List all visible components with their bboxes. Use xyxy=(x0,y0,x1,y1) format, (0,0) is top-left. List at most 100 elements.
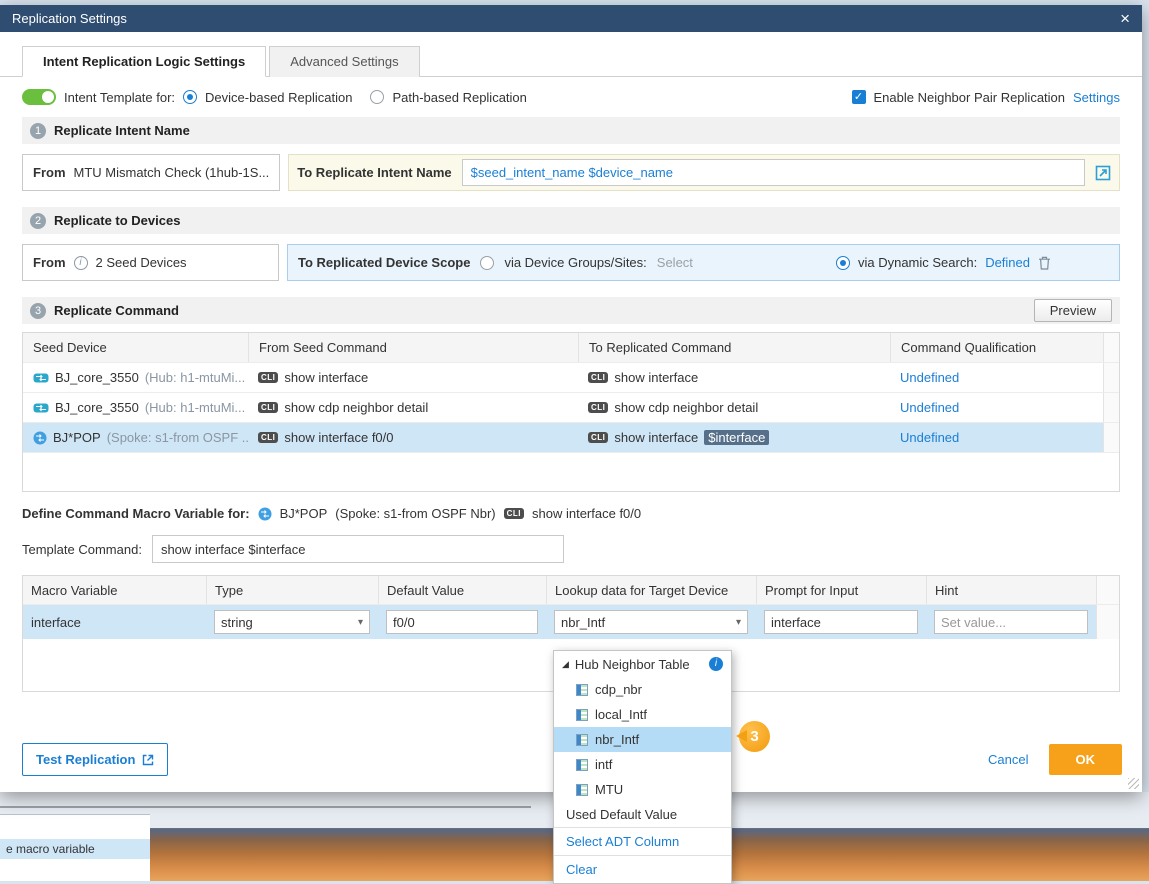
col-type: Type xyxy=(206,576,378,604)
dynamic-search-defined-link[interactable]: Defined xyxy=(985,255,1030,270)
dropdown-item-cdp-nbr[interactable]: cdp_nbr xyxy=(554,677,731,702)
dropdown-item-used-default-value[interactable]: Used Default Value xyxy=(554,802,731,827)
template-command-input[interactable] xyxy=(152,535,564,563)
radio-device-groups-sites[interactable] xyxy=(480,256,494,270)
dropdown-item-label: cdp_nbr xyxy=(595,682,642,697)
test-replication-button[interactable]: Test Replication xyxy=(22,743,168,776)
scrollbar-track[interactable] xyxy=(1103,423,1119,452)
expand-editor-icon[interactable] xyxy=(1095,165,1111,181)
table-column-icon xyxy=(576,684,588,696)
dropdown-group-label: Hub Neighbor Table xyxy=(575,657,690,672)
radio-dynamic-search[interactable] xyxy=(836,256,850,270)
resize-handle[interactable] xyxy=(1128,778,1139,789)
cancel-button[interactable]: Cancel xyxy=(988,752,1028,767)
device-subtitle: (Hub: h1-mtuMi... xyxy=(145,400,245,415)
to-command: show cdp neighbor detail xyxy=(614,400,758,415)
qualification-undefined-link[interactable]: Undefined xyxy=(900,370,959,385)
scrollbar-track[interactable] xyxy=(1103,393,1119,422)
device-scope-panel: To Replicated Device Scope via Device Gr… xyxy=(287,244,1120,281)
default-value-input[interactable] xyxy=(386,610,538,634)
command-table-row-1[interactable]: BJ_core_3550 (Hub: h1-mtuMi... CLI show i… xyxy=(23,363,1119,393)
tab-bar: Intent Replication Logic Settings Advanc… xyxy=(0,32,1142,77)
hint-input[interactable] xyxy=(934,610,1088,634)
command-table-empty-area xyxy=(23,453,1119,491)
qualification-undefined-link[interactable]: Undefined xyxy=(900,430,959,445)
dialog-titlebar: Replication Settings × xyxy=(0,5,1142,32)
scrollbar-track[interactable] xyxy=(1096,605,1119,639)
to-command: show interface xyxy=(614,370,698,385)
trash-icon[interactable] xyxy=(1038,256,1051,270)
define-macro-label: Define Command Macro Variable for: xyxy=(22,506,250,521)
col-hint: Hint xyxy=(926,576,1096,604)
tab-advanced-settings[interactable]: Advanced Settings xyxy=(269,46,419,77)
scrollbar-track[interactable] xyxy=(1103,363,1119,392)
qualification-undefined-link[interactable]: Undefined xyxy=(900,400,959,415)
radio-device-based-replication[interactable] xyxy=(183,90,197,104)
cli-badge: CLI xyxy=(504,508,524,519)
radio-path-based-replication[interactable] xyxy=(370,90,384,104)
switch-device-icon xyxy=(33,403,49,413)
cli-badge: CLI xyxy=(258,402,278,413)
dropdown-clear[interactable]: Clear xyxy=(554,856,731,883)
device-subtitle: (Hub: h1-mtuMi... xyxy=(145,370,245,385)
macro-variable-chip: $interface xyxy=(704,430,769,445)
dropdown-item-nbr-intf-selected[interactable]: nbr_Intf xyxy=(554,727,731,752)
lookup-select-value: nbr_Intf xyxy=(561,615,605,630)
preview-button[interactable]: Preview xyxy=(1034,299,1112,322)
intent-template-toggle[interactable] xyxy=(22,89,56,105)
radio-path-based-label: Path-based Replication xyxy=(392,90,526,105)
col-to-replicated-command: To Replicated Command xyxy=(578,333,890,362)
table-column-icon xyxy=(576,784,588,796)
test-replication-label: Test Replication xyxy=(36,752,135,767)
lookup-data-select[interactable]: nbr_Intf ▾ xyxy=(554,610,748,634)
command-table-row-2[interactable]: BJ_core_3550 (Hub: h1-mtuMi... CLIshow c… xyxy=(23,393,1119,423)
dropdown-select-adt-column[interactable]: Select ADT Column xyxy=(554,828,731,855)
dropdown-item-label: intf xyxy=(595,757,612,772)
annotation-step-3: 3 xyxy=(739,721,770,752)
device-groups-label: via Device Groups/Sites: xyxy=(504,255,646,270)
dropdown-group-hub-neighbor-table[interactable]: ◢ Hub Neighbor Table i xyxy=(554,651,731,677)
replicate-intent-name-input[interactable] xyxy=(462,159,1085,186)
cli-badge: CLI xyxy=(588,432,608,443)
background-panel: e macro variable xyxy=(0,814,150,881)
section-3-title: Replicate Command xyxy=(54,303,179,318)
type-select[interactable]: string ▾ xyxy=(214,610,370,634)
table-column-icon xyxy=(576,734,588,746)
intent-from-label: From xyxy=(33,165,66,180)
neighbor-pair-checkbox[interactable]: ✓ xyxy=(852,90,866,104)
router-device-icon xyxy=(258,507,272,521)
device-name: BJ_core_3550 xyxy=(55,370,139,385)
macro-table-header: Macro Variable Type Default Value Lookup… xyxy=(23,576,1119,605)
tab-intent-replication-logic-settings[interactable]: Intent Replication Logic Settings xyxy=(22,46,266,77)
device-groups-select-link[interactable]: Select xyxy=(657,255,693,270)
neighbor-pair-settings-link[interactable]: Settings xyxy=(1073,90,1120,105)
info-icon[interactable]: i xyxy=(709,657,723,671)
cli-badge: CLI xyxy=(258,372,278,383)
dialog-title: Replication Settings xyxy=(12,11,127,26)
template-options-row: Intent Template for: Device-based Replic… xyxy=(22,89,1120,105)
info-icon[interactable]: i xyxy=(74,256,88,270)
scrollbar-track[interactable] xyxy=(1096,576,1119,604)
cli-badge: CLI xyxy=(588,402,608,413)
col-from-seed-command: From Seed Command xyxy=(248,333,578,362)
col-prompt-for-input: Prompt for Input xyxy=(756,576,926,604)
to-command: show interface xyxy=(614,430,698,445)
intent-from-box: From MTU Mismatch Check (1hub-1S... xyxy=(22,154,280,191)
col-command-qualification: Command Qualification xyxy=(890,333,1103,362)
macro-variable-row[interactable]: interface string ▾ nbr_Intf ▾ xyxy=(23,605,1119,639)
command-table-row-3-selected[interactable]: BJ*POP (Spoke: s1-from OSPF ... CLIshow … xyxy=(23,423,1119,453)
close-icon[interactable]: × xyxy=(1120,10,1130,27)
dropdown-item-mtu[interactable]: MTU xyxy=(554,777,731,802)
prompt-for-input-field[interactable] xyxy=(764,610,918,634)
section-replicate-intent-name: 1 Replicate Intent Name xyxy=(22,117,1120,144)
ok-button[interactable]: OK xyxy=(1049,744,1123,775)
devices-from-box: From i 2 Seed Devices xyxy=(22,244,279,281)
device-subtitle: (Spoke: s1-from OSPF ... xyxy=(107,430,248,445)
scrollbar-track[interactable] xyxy=(1103,333,1119,362)
dynamic-search-label: via Dynamic Search: xyxy=(858,255,977,270)
dropdown-item-local-intf[interactable]: local_Intf xyxy=(554,702,731,727)
devices-from-label: From xyxy=(33,255,66,270)
dropdown-item-intf[interactable]: intf xyxy=(554,752,731,777)
section-2-title: Replicate to Devices xyxy=(54,213,180,228)
replicate-command-table: Seed Device From Seed Command To Replica… xyxy=(22,332,1120,492)
